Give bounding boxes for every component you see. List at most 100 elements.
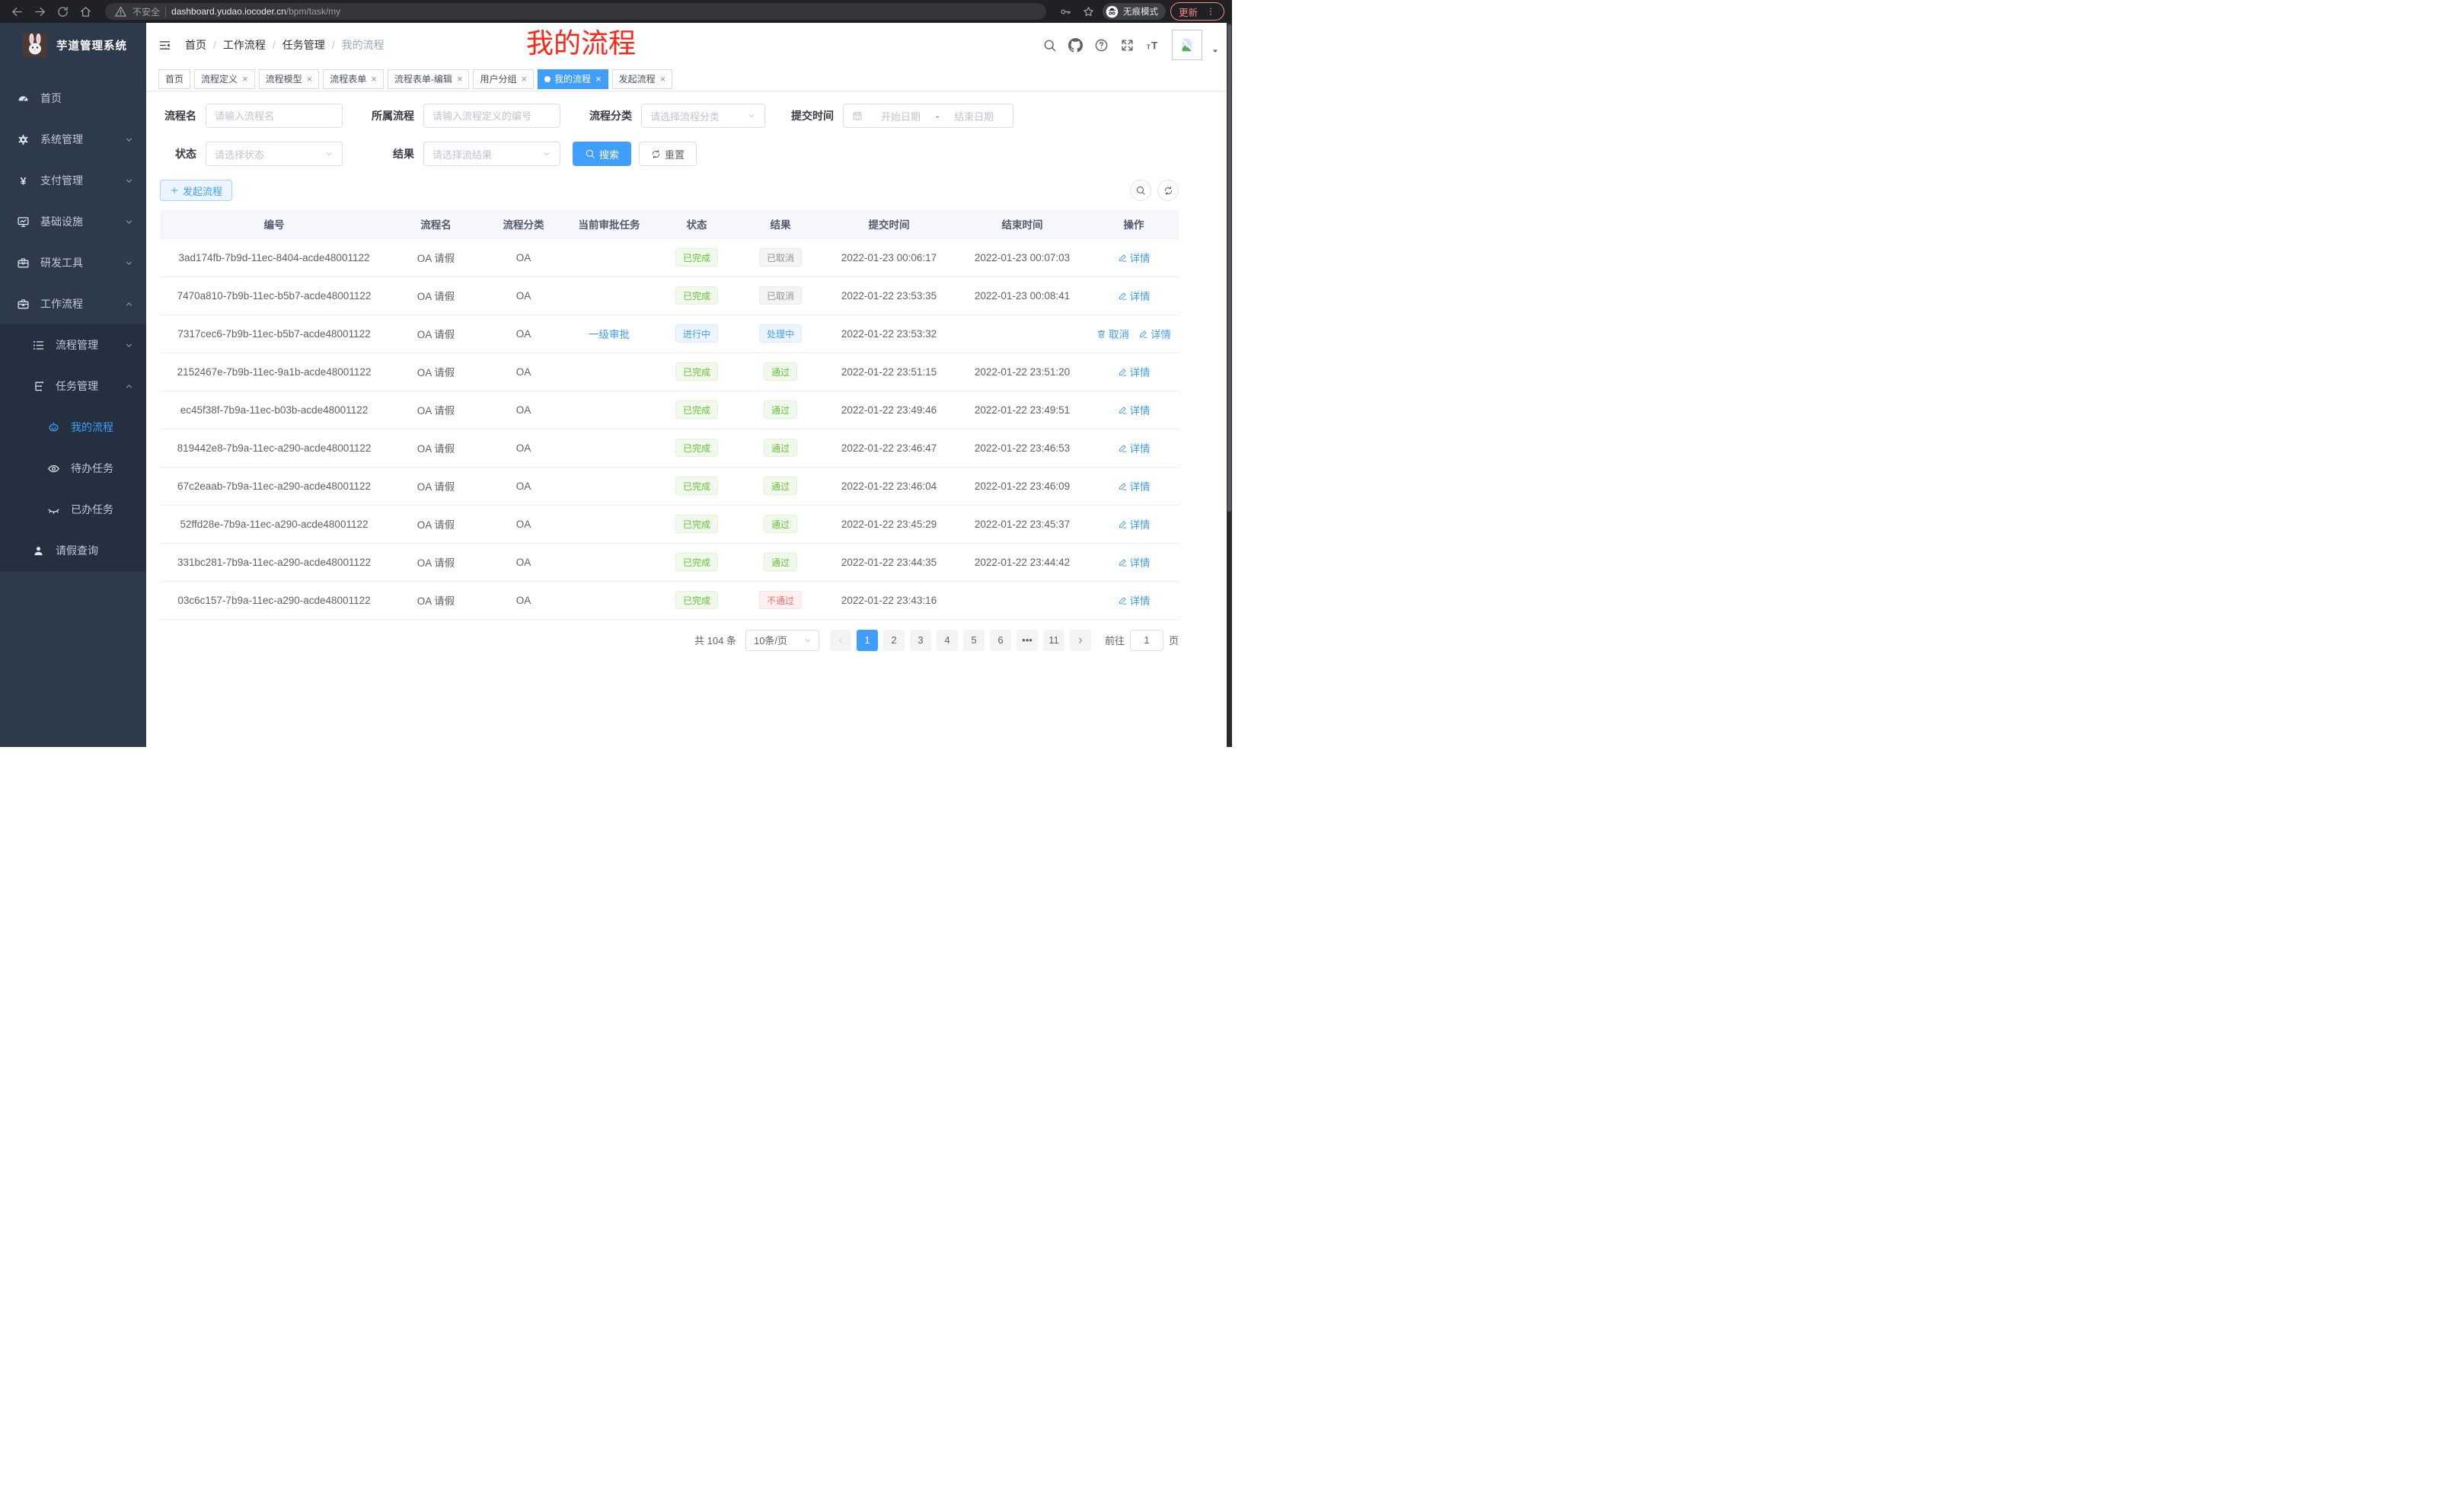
flow-icon [32,380,45,393]
toggle-search-button[interactable] [1130,180,1151,201]
pager-prev-button[interactable] [830,630,851,651]
op-label: 详情 [1130,440,1151,455]
reset-button[interactable]: 重置 [639,142,697,166]
sidebar-item-已办任务[interactable]: 已办任务 [0,489,146,530]
status-badge: 已完成 [675,591,718,609]
status-select[interactable]: 请选择状态 [206,142,343,166]
sidebar-item-系统管理[interactable]: 系统管理 [0,119,146,160]
row-operations: 详情 [1118,364,1151,379]
category-select[interactable]: 请选择流程分类 [641,104,765,128]
page-scrollbar[interactable] [1227,23,1232,747]
sidebar-item-支付管理[interactable]: ¥支付管理 [0,160,146,201]
sidebar-item-工作流程[interactable]: 工作流程 [0,283,146,324]
pager-page-4[interactable]: 4 [937,630,958,651]
tab-close-icon[interactable]: × [659,74,666,84]
font-size-icon[interactable]: TT [1146,38,1160,53]
sidebar-item-任务管理[interactable]: 任务管理 [0,366,146,407]
browser-home-button[interactable] [76,2,94,21]
process-def-input[interactable] [423,104,560,128]
tab-close-icon[interactable]: × [456,74,463,84]
cell-id: 3ad174fb-7b9d-11ec-8404-acde48001122 [160,238,388,276]
help-icon[interactable] [1094,38,1109,53]
browser-update-button[interactable]: 更新 [1170,2,1224,21]
pager-page-2[interactable]: 2 [883,630,905,651]
refresh-table-button[interactable] [1157,180,1179,201]
sidebar-item-label: 支付管理 [40,173,83,188]
pager-page-5[interactable]: 5 [963,630,985,651]
详情-link[interactable]: 详情 [1118,288,1151,303]
详情-link[interactable]: 详情 [1118,592,1151,608]
page-size-select[interactable]: 10条/页 [745,630,819,651]
tab-close-icon[interactable]: × [370,74,377,84]
browser-menu-icon[interactable] [1205,6,1216,17]
user-avatar[interactable] [1172,30,1202,60]
breadcrumb-item-1[interactable]: 首页 [185,37,206,53]
sidebar-item-流程管理[interactable]: 流程管理 [0,324,146,366]
create-process-button[interactable]: 发起流程 [160,180,232,201]
sidebar-collapse-button[interactable] [158,39,171,52]
app-logo[interactable]: 芋道管理系统 [0,23,146,67]
browser-back-button[interactable] [8,2,26,21]
sidebar-item-首页[interactable]: 首页 [0,78,146,119]
breadcrumb-item-2[interactable]: 工作流程 [223,37,266,53]
avatar-dropdown-caret-icon[interactable] [1211,46,1220,56]
详情-link[interactable]: 详情 [1118,554,1151,570]
browser-forward-button[interactable] [30,2,49,21]
pager-page-11[interactable]: 11 [1043,630,1064,651]
tab-流程模型[interactable]: 流程模型× [259,69,320,89]
pager-page-3[interactable]: 3 [910,630,931,651]
status-badge: 已完成 [675,401,718,419]
sidebar-item-我的流程[interactable]: 我的流程 [0,407,146,448]
submit-time-range-picker[interactable]: 开始日期 - 结束日期 [843,104,1013,128]
edit-icon [1118,557,1128,567]
pager-next-button[interactable] [1070,630,1091,651]
详情-link[interactable]: 详情 [1138,326,1171,341]
pager-ellipsis[interactable]: ••• [1017,630,1038,651]
search-icon[interactable] [1042,38,1057,53]
tab-我的流程[interactable]: 我的流程× [538,69,608,89]
取消-link[interactable]: 取消 [1096,326,1129,341]
pager-page-1[interactable]: 1 [857,630,878,651]
详情-link[interactable]: 详情 [1118,478,1151,493]
category-label: 流程分类 [579,108,632,123]
sidebar-item-请假查询[interactable]: 请假查询 [0,530,146,571]
tab-首页[interactable]: 首页 [158,69,190,89]
tab-close-icon[interactable]: × [595,74,602,84]
goto-page-input[interactable] [1130,630,1163,651]
sidebar-item-研发工具[interactable]: 研发工具 [0,242,146,283]
详情-link[interactable]: 详情 [1118,364,1151,379]
op-label: 详情 [1130,478,1151,493]
tab-流程定义[interactable]: 流程定义× [194,69,255,89]
browser-reload-button[interactable] [53,2,72,21]
pager-page-6[interactable]: 6 [990,630,1011,651]
current-task-link[interactable]: 一级审批 [589,326,630,341]
详情-link[interactable]: 详情 [1118,402,1151,417]
search-button[interactable]: 搜索 [573,142,631,166]
address-bar[interactable]: 不安全 dashboard.yudao.iocoder.cn/bpm/task/… [105,3,1046,20]
sidebar-item-基础设施[interactable]: 基础设施 [0,201,146,242]
result-select[interactable]: 请选择流结果 [423,142,560,166]
sidebar-item-待办任务[interactable]: 待办任务 [0,448,146,489]
cell-end-time: 2022-01-22 23:46:53 [956,429,1089,467]
tab-close-icon[interactable]: × [520,74,527,84]
security-warning-icon [114,5,127,18]
tab-用户分组[interactable]: 用户分组× [473,69,534,89]
address-divider [165,7,166,17]
column-header-提交时间: 提交时间 [822,210,956,238]
详情-link[interactable]: 详情 [1118,440,1151,455]
password-key-button[interactable] [1057,2,1075,21]
tab-流程表单-编辑[interactable]: 流程表单-编辑× [388,69,470,89]
github-icon[interactable] [1068,38,1083,53]
bookmark-star-button[interactable] [1080,2,1098,21]
详情-link[interactable]: 详情 [1118,250,1151,265]
row-operations: 详情 [1118,478,1151,493]
tab-close-icon[interactable]: × [306,74,313,84]
breadcrumb-item-3[interactable]: 任务管理 [282,37,325,53]
scrollbar-thumb[interactable] [1227,24,1231,512]
tab-流程表单[interactable]: 流程表单× [323,69,384,89]
详情-link[interactable]: 详情 [1118,516,1151,532]
process-name-input[interactable] [206,104,343,128]
fullscreen-icon[interactable] [1120,38,1135,53]
tab-发起流程[interactable]: 发起流程× [612,69,673,89]
tab-close-icon[interactable]: × [241,74,248,84]
